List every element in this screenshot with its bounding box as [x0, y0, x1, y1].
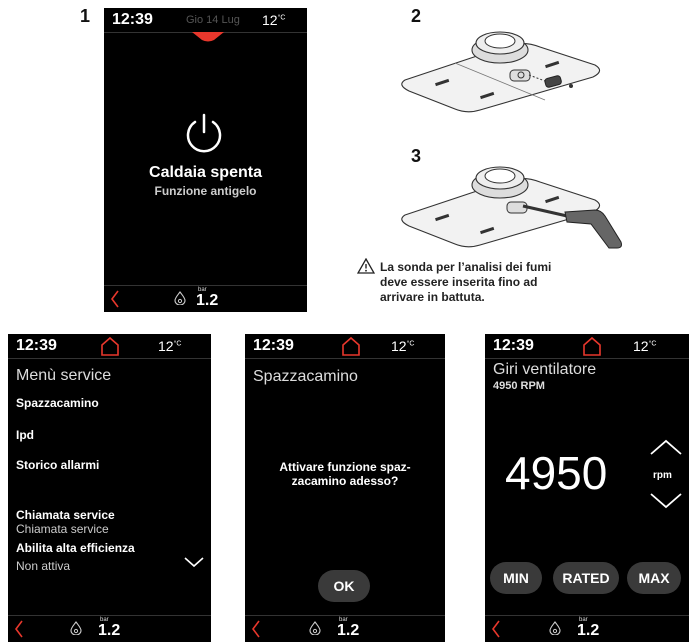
- page-title: Giri ventilatore: [493, 361, 597, 378]
- top-bar: 12:39 Gio 14 Lug 12°C: [104, 8, 307, 42]
- temperature-value: 12: [262, 12, 278, 28]
- page-title: Menù service: [16, 367, 112, 384]
- temperature-unit: °C: [277, 14, 286, 22]
- screen-spazzacamino: 12:39 12°C Spazzacamino Attivare funzion…: [245, 334, 445, 642]
- boiler-substatus: Funzione antigelo: [154, 184, 257, 198]
- probe-insertion-illustration: [401, 166, 622, 249]
- question-line-2: zacamino adesso?: [291, 474, 399, 488]
- caption-line-1: La sonda per l’analisi dei fumi: [380, 260, 552, 274]
- alta-efficienza-value: Non attiva: [16, 559, 71, 573]
- top-bar: 12:39 12°C: [485, 334, 689, 359]
- max-button[interactable]: MAX: [627, 562, 681, 594]
- clock-time: 12:39: [112, 11, 153, 28]
- chevron-up-icon[interactable]: [649, 438, 683, 456]
- probe-caption: La sonda per l’analisi dei fumi deve ess…: [380, 260, 551, 305]
- menu-item-storico-allarmi[interactable]: Storico allarmi: [16, 458, 99, 472]
- clock-time: 12:39: [253, 337, 294, 354]
- back-arrow-icon[interactable]: [110, 289, 120, 309]
- temperature-value: 12: [158, 338, 174, 354]
- rpm-subtitle: 4950 RPM: [493, 380, 545, 392]
- date-label: Gio 14 Lug: [186, 14, 240, 26]
- outdoor-temperature: 12°C: [158, 338, 181, 354]
- screen-standby: 12:39 Gio 14 Lug 12°C Caldaia spenta Fun…: [104, 8, 307, 312]
- home-icon[interactable]: [99, 336, 121, 356]
- min-button[interactable]: MIN: [490, 562, 542, 594]
- pressure-value: 1.2: [337, 622, 360, 639]
- chevron-down-icon[interactable]: [649, 492, 683, 510]
- bottom-bar: bar 1.2: [8, 615, 211, 642]
- rpm-unit: rpm: [653, 470, 672, 481]
- home-icon[interactable]: [340, 336, 362, 356]
- chevron-down-icon[interactable]: [183, 556, 205, 568]
- flame-icon: [174, 291, 186, 305]
- pressure-value: 1.2: [196, 292, 219, 309]
- top-bar: 12:39 12°C: [245, 334, 445, 359]
- temperature-unit: °C: [406, 340, 415, 348]
- back-arrow-icon[interactable]: [491, 619, 501, 639]
- bottom-bar: bar 1.2: [245, 615, 445, 642]
- power-icon[interactable]: [182, 112, 226, 156]
- screen-fan-speed: 12:39 12°C Giri ventilatore 4950 RPM 495…: [485, 334, 689, 642]
- flame-icon: [70, 621, 82, 635]
- flame-icon: [309, 621, 321, 635]
- page-title: Spazzacamino: [253, 368, 358, 385]
- menu-item-alta-efficienza[interactable]: Abilita alta efficienza: [16, 541, 135, 555]
- caption-line-2: deve essere inserita fino ad: [380, 275, 538, 289]
- bottom-bar: bar 1.2: [485, 615, 689, 642]
- pressure-value: 1.2: [577, 622, 600, 639]
- flame-icon: [549, 621, 561, 635]
- temperature-value: 12: [633, 338, 649, 354]
- caption-line-3: arrivare in battuta.: [380, 290, 485, 304]
- screen-service-menu: 12:39 12°C Menù service Spazzacamino Ipd…: [8, 334, 211, 642]
- outdoor-temperature: 12°C: [262, 12, 285, 28]
- clock-time: 12:39: [16, 337, 57, 354]
- back-arrow-icon[interactable]: [14, 619, 24, 639]
- menu-item-ipd[interactable]: Ipd: [16, 428, 34, 442]
- home-icon[interactable]: [581, 336, 603, 356]
- menu-item-spazzacamino[interactable]: Spazzacamino: [16, 396, 99, 410]
- question-line-1: Attivare funzione spaz-: [279, 460, 411, 474]
- step-number-2: 2: [411, 6, 422, 26]
- top-bar: 12:39 12°C: [8, 334, 211, 359]
- chiamata-service-value: Chiamata service: [16, 522, 109, 536]
- ok-button[interactable]: OK: [318, 570, 370, 602]
- temperature-value: 12: [391, 338, 407, 354]
- bottom-bar: bar 1.2: [104, 285, 307, 312]
- warning-icon: [357, 258, 375, 274]
- temperature-unit: °C: [648, 340, 657, 348]
- confirm-question: Attivare funzione spaz- zacamino adesso?: [245, 460, 445, 488]
- outdoor-temperature: 12°C: [633, 338, 656, 354]
- flue-adapter-illustration: [401, 31, 601, 113]
- temperature-unit: °C: [173, 340, 182, 348]
- back-arrow-icon[interactable]: [251, 619, 261, 639]
- menu-item-chiamata-service[interactable]: Chiamata service: [16, 508, 115, 522]
- outdoor-temperature: 12°C: [391, 338, 414, 354]
- step-number-1: 1: [80, 6, 91, 26]
- pull-down-tab-icon[interactable]: [192, 32, 224, 42]
- rated-button[interactable]: RATED: [553, 562, 619, 594]
- pressure-value: 1.2: [98, 622, 121, 639]
- clock-time: 12:39: [493, 337, 534, 354]
- fan-speed-value: 4950: [505, 447, 608, 499]
- boiler-status: Caldaia spenta: [149, 164, 262, 181]
